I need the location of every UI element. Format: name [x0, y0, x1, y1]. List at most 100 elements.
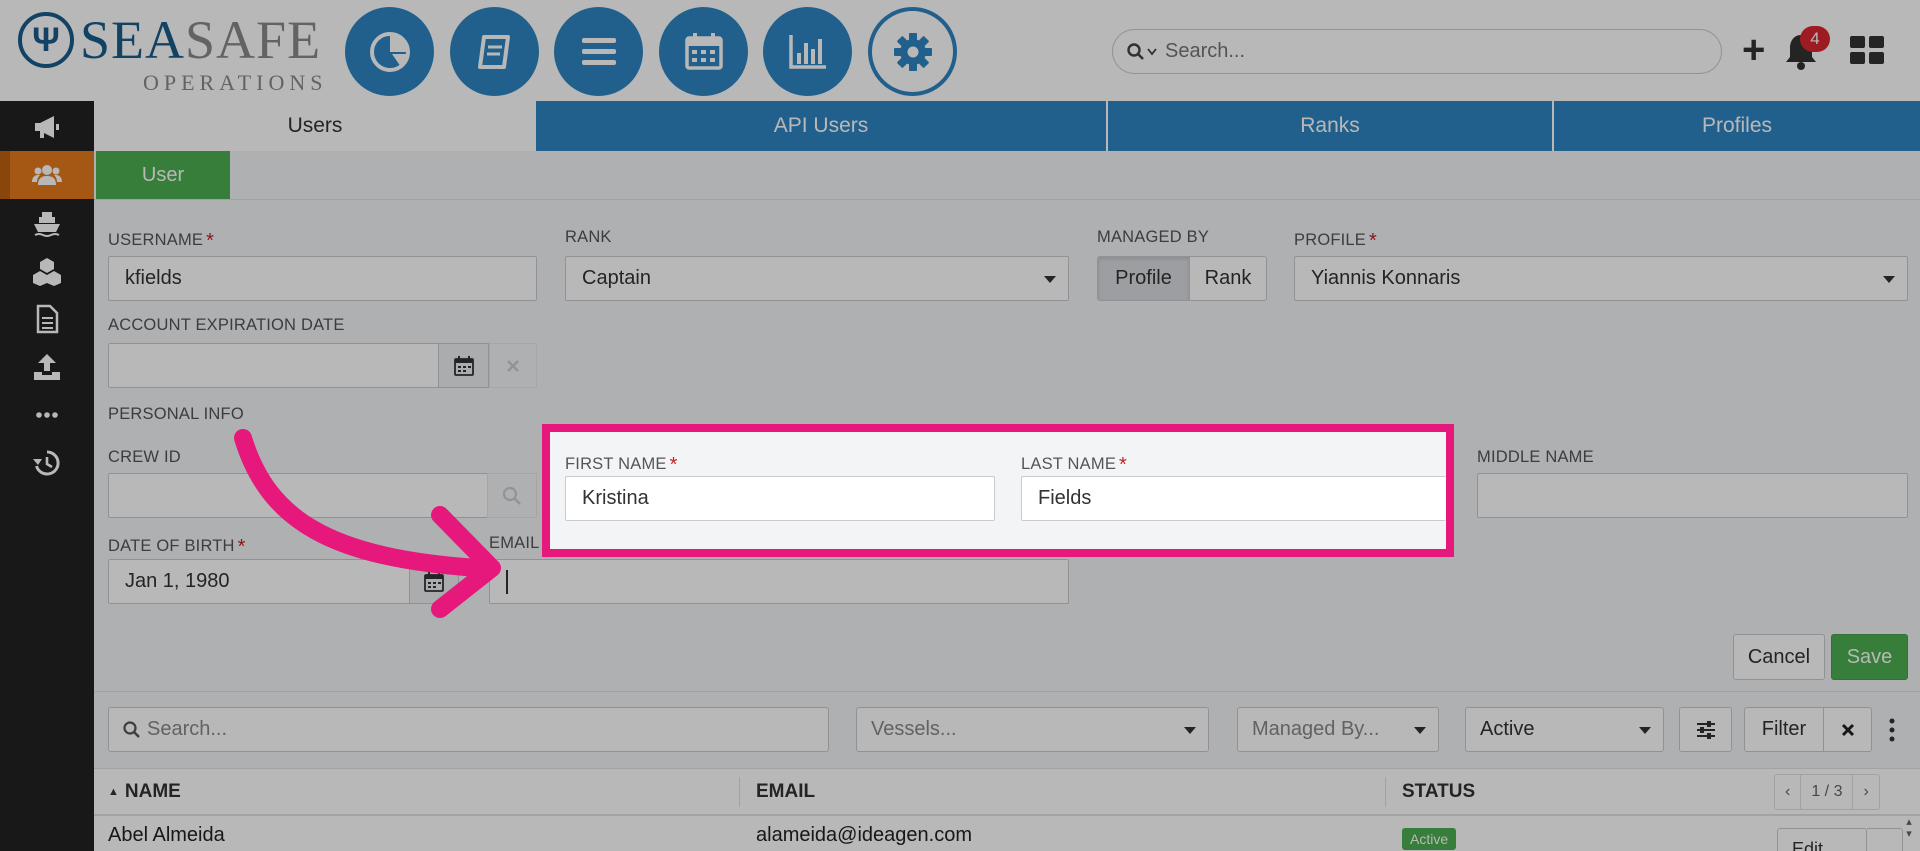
text-cursor	[506, 569, 508, 594]
prev-page-icon[interactable]: ‹	[1775, 775, 1802, 809]
cubes-icon[interactable]	[0, 247, 94, 295]
first-name-label: FIRST NAME *	[565, 454, 678, 476]
users-table-header: ▲ NAME EMAIL STATUS ‹ 1 / 3 ›	[94, 768, 1920, 816]
clear-filter-button[interactable]	[1823, 707, 1872, 752]
sort-asc-icon: ▲	[108, 786, 119, 798]
filter-settings-button[interactable]	[1679, 707, 1732, 752]
global-search[interactable]	[1112, 29, 1722, 74]
managed-by-rank-option[interactable]: Rank	[1190, 257, 1266, 300]
subtab-user[interactable]: User	[96, 151, 230, 199]
top-header: Ψ SEASAFE OPERATIONS + 4	[0, 0, 1920, 101]
last-name-label: LAST NAME *	[1021, 454, 1128, 476]
managed-by-toggle: Profile Rank	[1097, 256, 1267, 301]
apps-grid-icon[interactable]	[1850, 36, 1884, 64]
reports-chart-icon[interactable]	[763, 7, 852, 96]
managed-by-profile-option[interactable]: Profile	[1098, 257, 1190, 300]
email-input[interactable]	[489, 559, 1069, 604]
dob-calendar-button[interactable]	[409, 559, 459, 604]
tab-api-users[interactable]: API Users	[536, 101, 1108, 151]
caret-down-icon	[1414, 727, 1426, 734]
caret-down-icon	[1044, 276, 1056, 283]
crew-id-input[interactable]	[108, 473, 488, 518]
seasafe-logo[interactable]: Ψ SEASAFE OPERATIONS	[18, 10, 322, 95]
status-filter-select[interactable]: Active	[1465, 707, 1664, 752]
filter-button[interactable]: Filter	[1744, 707, 1824, 752]
tab-users[interactable]: Users	[94, 101, 536, 151]
table-row[interactable]: Abel Almeida alameida@ideagen.com Active…	[94, 816, 1920, 851]
date-of-birth-input[interactable]: Jan 1, 1980	[108, 559, 410, 604]
global-search-input[interactable]	[1165, 40, 1685, 63]
table-pager: ‹ 1 / 3 ›	[1774, 774, 1880, 810]
row-actions-dropdown[interactable]	[1867, 828, 1903, 851]
dashboard-pie-icon[interactable]	[345, 7, 434, 96]
user-search-field[interactable]: Search...	[108, 707, 829, 752]
email-label: EMAIL	[489, 534, 540, 552]
next-page-icon[interactable]: ›	[1852, 775, 1878, 809]
highlighted-name-fields: FIRST NAME * Kristina LAST NAME * Fields	[542, 424, 1454, 557]
caret-down-icon	[1184, 727, 1196, 734]
close-icon	[1841, 723, 1854, 736]
row-name: Abel Almeida	[108, 824, 225, 846]
rank-label: RANK	[565, 228, 612, 246]
date-of-birth-label: DATE OF BIRTH *	[108, 536, 246, 558]
users-icon[interactable]	[0, 151, 94, 199]
profile-label: PROFILE *	[1294, 230, 1377, 252]
personal-info-heading: PERSONAL INFO	[108, 405, 244, 423]
save-button[interactable]: Save	[1831, 634, 1908, 680]
brand-name-part2: SAFE	[185, 10, 322, 70]
rank-select[interactable]: Captain	[565, 256, 1069, 301]
menu-list-icon[interactable]	[554, 7, 643, 96]
username-label: USERNAME *	[108, 230, 215, 252]
search-icon	[1127, 42, 1157, 61]
cancel-button[interactable]: Cancel	[1733, 634, 1825, 680]
first-name-input[interactable]: Kristina	[565, 476, 995, 521]
column-name[interactable]: ▲ NAME	[108, 769, 181, 815]
scrollbar-arrows[interactable]: ▴ ▾	[1900, 816, 1918, 851]
profile-select[interactable]: Yiannis Konnaris	[1294, 256, 1908, 301]
calendar-icon[interactable]	[659, 7, 748, 96]
add-icon[interactable]: +	[1742, 30, 1765, 70]
close-icon	[507, 359, 519, 372]
more-options-icon[interactable]	[1889, 716, 1895, 744]
column-separator	[739, 777, 740, 807]
notification-count-badge: 4	[1800, 26, 1830, 52]
ship-icon[interactable]	[0, 199, 94, 247]
divider	[94, 199, 1920, 200]
logbook-icon[interactable]	[450, 7, 539, 96]
document-icon[interactable]	[0, 295, 94, 343]
caret-down-icon	[1883, 276, 1895, 283]
trident-icon: Ψ	[18, 12, 74, 68]
account-expiration-label: ACCOUNT EXPIRATION DATE	[108, 316, 345, 334]
brand-name-part1: SEA	[80, 10, 186, 70]
left-sidebar	[0, 101, 94, 851]
search-icon	[123, 720, 140, 738]
clear-date-button[interactable]	[489, 343, 537, 388]
divider	[94, 691, 1920, 692]
managed-by-label: MANAGED BY	[1097, 228, 1210, 246]
vessels-filter-select[interactable]: Vessels...	[856, 707, 1209, 752]
middle-name-input[interactable]	[1477, 473, 1908, 518]
tab-profiles[interactable]: Profiles	[1554, 101, 1920, 151]
calendar-picker-button[interactable]	[438, 343, 489, 388]
search-icon	[502, 486, 521, 505]
crew-search-button[interactable]	[487, 473, 537, 518]
username-field[interactable]: kfields	[108, 256, 537, 301]
caret-down-icon	[1639, 727, 1651, 734]
column-email[interactable]: EMAIL	[756, 769, 815, 815]
history-icon[interactable]	[0, 439, 94, 487]
calendar-icon	[453, 355, 474, 376]
brand-subtitle: OPERATIONS	[143, 70, 328, 95]
column-status[interactable]: STATUS	[1402, 769, 1475, 815]
managed-by-filter-select[interactable]: Managed By...	[1237, 707, 1439, 752]
last-name-input[interactable]: Fields	[1021, 476, 1446, 521]
more-icon[interactable]	[0, 391, 94, 439]
megaphone-icon[interactable]	[0, 103, 94, 151]
row-email: alameida@ideagen.com	[756, 824, 972, 846]
edit-button[interactable]: Edit	[1777, 828, 1867, 851]
upload-icon[interactable]	[0, 343, 94, 391]
settings-gear-icon[interactable]	[868, 7, 957, 96]
tab-ranks[interactable]: Ranks	[1108, 101, 1554, 151]
chevron-down-icon	[1147, 47, 1157, 55]
settings-tabs: Users API Users Ranks Profiles	[94, 101, 1920, 151]
account-expiration-input[interactable]	[108, 343, 439, 388]
